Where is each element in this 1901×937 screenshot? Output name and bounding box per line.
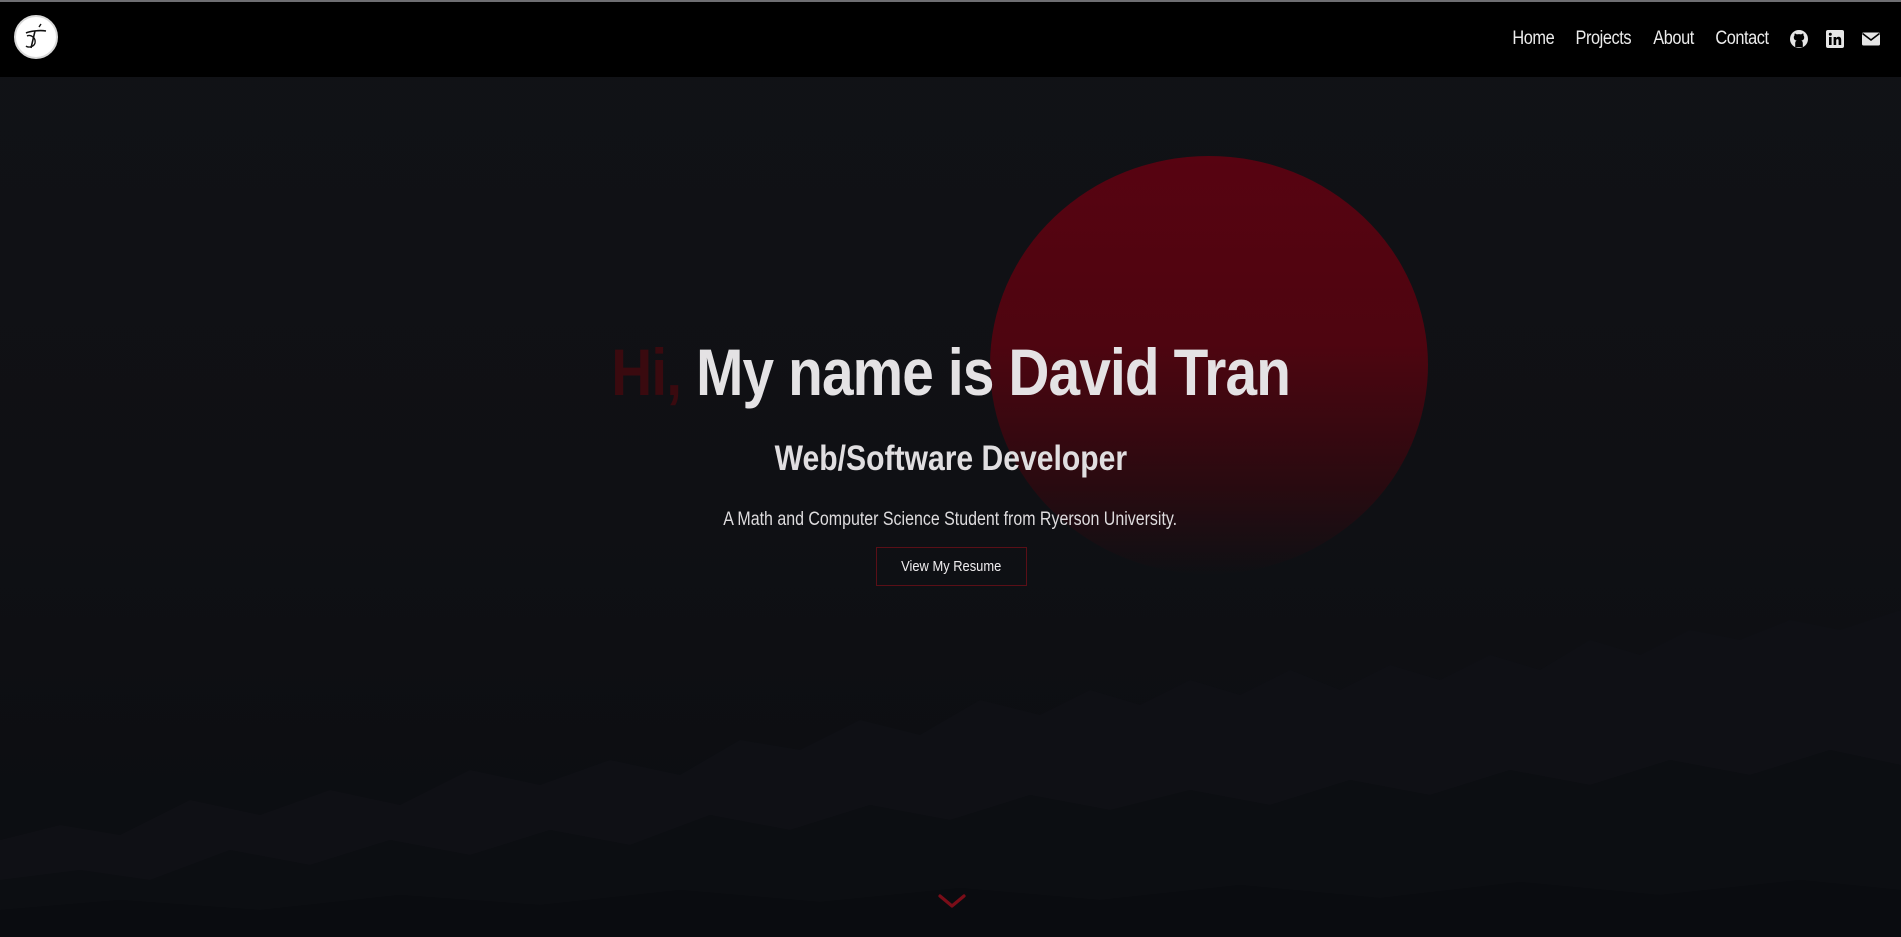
envelope-icon[interactable] (1861, 29, 1881, 49)
hero-name: My name is David Tran (695, 335, 1291, 409)
github-icon[interactable] (1789, 29, 1809, 49)
nav-link-contact[interactable]: Contact (1715, 28, 1769, 50)
nav-links: Home Projects About Contact (1495, 0, 1881, 77)
hero-subtitle-text: Web/Software Developer (774, 439, 1127, 478)
page: Home Projects About Contact Hi, My name … (0, 0, 1901, 937)
top-border (0, 0, 1901, 2)
hero-subtitle: Web/Software Developer (0, 436, 1901, 482)
nav-link-about[interactable]: About (1653, 28, 1694, 50)
hero: Hi, My name is David Tran Web/Software D… (0, 0, 1901, 937)
hero-description-text: A Math and Computer Science Student from… (723, 509, 1178, 530)
hero-title: Hi, My name is David Tran (0, 328, 1901, 416)
linkedin-icon[interactable] (1825, 29, 1845, 49)
hero-greeting: Hi, (611, 335, 682, 409)
view-resume-button[interactable]: View My Resume (876, 547, 1027, 586)
nav-link-home[interactable]: Home (1512, 28, 1554, 50)
nav-link-projects[interactable]: Projects (1576, 28, 1632, 50)
hero-description: A Math and Computer Science Student from… (0, 506, 1901, 534)
chevron-down-icon[interactable] (937, 892, 967, 910)
view-resume-label: View My Resume (901, 558, 1002, 575)
dt-monogram-logo-icon[interactable] (14, 15, 58, 59)
navbar: Home Projects About Contact (0, 0, 1901, 77)
